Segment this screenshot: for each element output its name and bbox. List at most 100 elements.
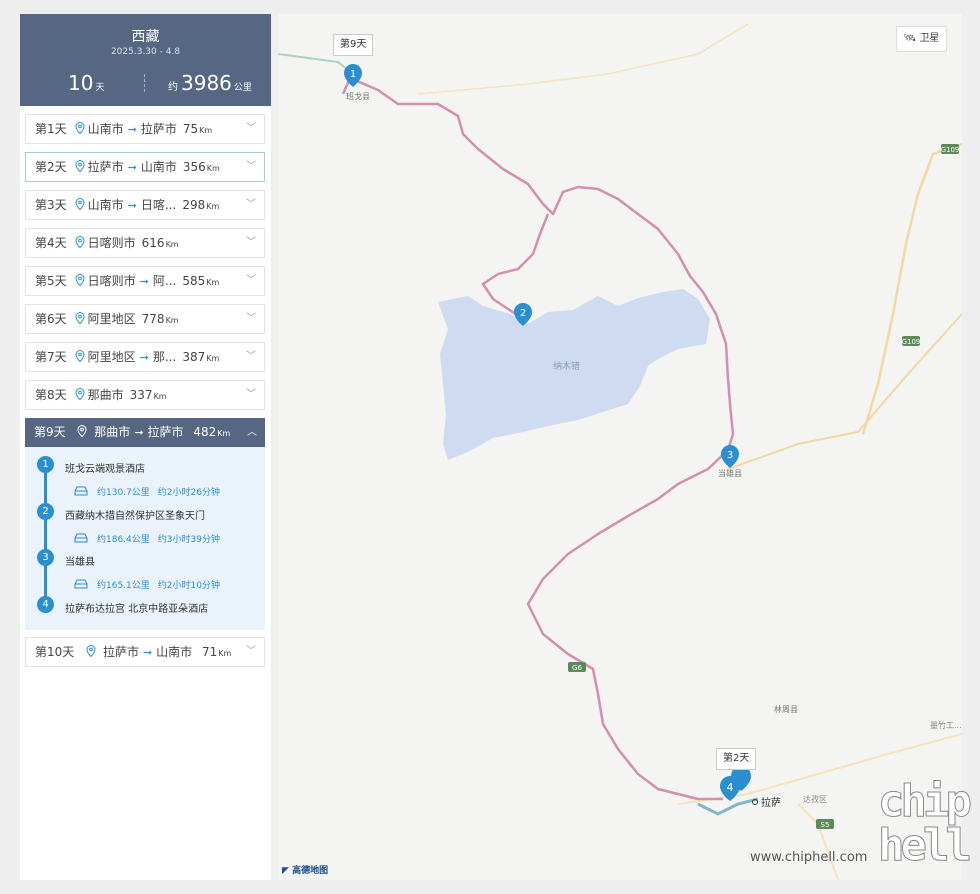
route-namtso-branch [481,213,550,321]
location-pin-icon [75,312,85,324]
stop-marker-1[interactable]: 1 [37,456,54,473]
day-label: 第7天 [35,350,67,364]
day-label: 第3天 [35,198,67,212]
day-label: 第10天 [35,645,75,659]
arrow-right-icon: ➞ [142,646,153,659]
day-item-3[interactable]: 第3天 山南市 ➞ 日喀... 298Km ﹀ [25,190,265,220]
segment-info: 约130.7公里 约2小时26分钟 [73,485,220,498]
river [278,53,354,75]
chiphell-logo: chip hell [878,776,973,871]
car-icon [74,486,88,496]
day-label: 第2天 [35,160,67,174]
place-label-damxung: 当雄县 [718,468,742,478]
day-9-header[interactable]: 第9天 那曲市 ➞ 拉萨市 482Km ︿ [25,418,265,447]
chevron-down-icon[interactable]: ﹀ [246,305,256,333]
day-to: 日喀... [140,198,177,212]
location-pin-icon [77,425,87,437]
location-pin-icon [75,236,85,248]
road-shield-label: G109 [902,338,921,346]
day-item-6[interactable]: 第6天 阿里地区 778Km ﹀ [25,304,265,334]
day-distance: 298Km [182,198,220,212]
amap-logo: ◤ 高德地图 [282,866,329,876]
road-g6 [727,313,962,470]
day-item-10[interactable]: 第10天 拉萨市 ➞ 山南市 71Km ﹀ [25,637,265,667]
place-label-lhasa: 拉萨 [761,796,781,809]
place-label-namtso: 纳木错 [553,360,580,372]
map-marker-4[interactable]: 4 [720,766,751,801]
day-distance: 337Km [129,388,167,402]
day-to: 那... [152,350,177,364]
chevron-down-icon[interactable]: ﹀ [246,191,256,219]
day-distance: 75Km [182,122,213,136]
chevron-down-icon[interactable]: ﹀ [246,381,256,409]
stop-name[interactable]: 拉萨布达拉宫 北京中路亚朵酒店 [65,600,208,615]
day-from: 山南市 [87,122,124,136]
satellite-toggle-button[interactable]: 🛰 卫星 [896,26,947,52]
route-map[interactable]: G109 G109 G6 S5 1 2 3 4 班戈县 纳木错 当雄县 拉萨 林… [278,14,962,880]
chevron-down-icon[interactable]: ﹀ [246,115,256,143]
stop-name[interactable]: 当雄县 [65,553,95,568]
satellite-icon: 🛰 [903,33,917,44]
day-item-2[interactable]: 第2天 拉萨市 ➞ 山南市 356Km ﹀ [25,152,265,182]
road-shield-label: S5 [821,821,830,829]
day-distance: 616Km [141,236,179,250]
day-from: 山南市 [87,198,124,212]
chevron-up-icon[interactable]: ︿ [247,418,257,447]
day-label: 第9天 [34,425,66,439]
place-label-linzhou: 林周县 [774,704,798,714]
place-label-dazi: 达孜区 [803,794,827,804]
trip-dates: 2025.3.30 - 4.8 [110,47,181,57]
map-canvas[interactable]: G109 G109 G6 S5 1 2 3 4 班戈县 纳木错 当雄县 拉萨 林… [278,14,962,880]
stop-marker-2[interactable]: 2 [37,503,54,520]
road-shield-label: G109 [941,146,960,154]
trip-header: 西藏 2025.3.30 - 4.8 10 天 约 3986 公里 [20,14,271,106]
day-distance: 585Km [182,274,220,288]
trip-total-distance: 约 3986 公里 [168,71,252,95]
location-pin-icon [75,122,85,134]
day-item-8[interactable]: 第8天 那曲市 337Km ﹀ [25,380,265,410]
trip-sidebar: 西藏 2025.3.30 - 4.8 10 天 约 3986 公里 第1天 山南市 ➞ 拉萨… [20,14,271,880]
day-item-5[interactable]: 第5天 日喀则市 ➞ 阿... 585Km ﹀ [25,266,265,296]
trip-days-count: 10 天 [68,71,105,95]
svg-text:2: 2 [520,308,526,319]
day-from: 日喀则市 [87,236,136,250]
chevron-down-icon[interactable]: ﹀ [246,343,256,371]
chevron-down-icon[interactable]: ﹀ [246,153,256,181]
route-line [341,76,735,801]
road-shield-label: G6 [572,664,582,672]
road-g109 [861,142,962,435]
arrow-right-icon: ➞ [127,161,137,174]
arrow-right-icon: ➞ [139,275,149,288]
road-s5 [797,803,839,880]
location-pin-icon [75,388,85,400]
day-to: 拉萨市 [147,425,184,439]
day-2-callout: 第2天 [716,748,757,770]
arrow-right-icon: ➞ [127,123,137,136]
arrow-right-icon: ➞ [127,199,137,212]
chevron-down-icon[interactable]: ﹀ [246,229,256,257]
day-label: 第5天 [35,274,67,288]
day-item-7[interactable]: 第7天 阿里地区 ➞ 那... 387Km ﹀ [25,342,265,372]
day-item-4[interactable]: 第4天 日喀则市 616Km ﹀ [25,228,265,258]
day-from: 那曲市 [94,425,131,439]
stop-marker-4[interactable]: 4 [37,596,54,613]
place-label-mozhu: 墨竹工... [930,720,962,730]
day-item-1[interactable]: 第1天 山南市 ➞ 拉萨市 75Km ﹀ [25,114,265,144]
day-distance: 482Km [193,425,231,439]
day-distance: 71Km [202,645,232,659]
day-label: 第4天 [35,236,67,250]
day-to: 阿... [152,274,177,288]
namtso-lake [438,289,710,460]
car-icon [74,533,88,543]
stop-marker-3[interactable]: 3 [37,549,54,566]
stop-name[interactable]: 班戈云端观景酒店 [65,460,145,475]
day-to: 山南市 [140,160,177,174]
chevron-down-icon[interactable]: ﹀ [246,267,256,295]
map-marker-3[interactable]: 3 [721,445,739,468]
location-pin-icon [75,350,85,362]
stop-name[interactable]: 西藏纳木措自然保护区圣象天门 [65,507,205,522]
day-9-callout: 第9天 [333,34,374,56]
chevron-down-icon[interactable]: ﹀ [246,638,256,666]
place-label-bange: 班戈县 [346,91,370,101]
segment-info: 约186.4公里 约3小时39分钟 [73,532,220,545]
